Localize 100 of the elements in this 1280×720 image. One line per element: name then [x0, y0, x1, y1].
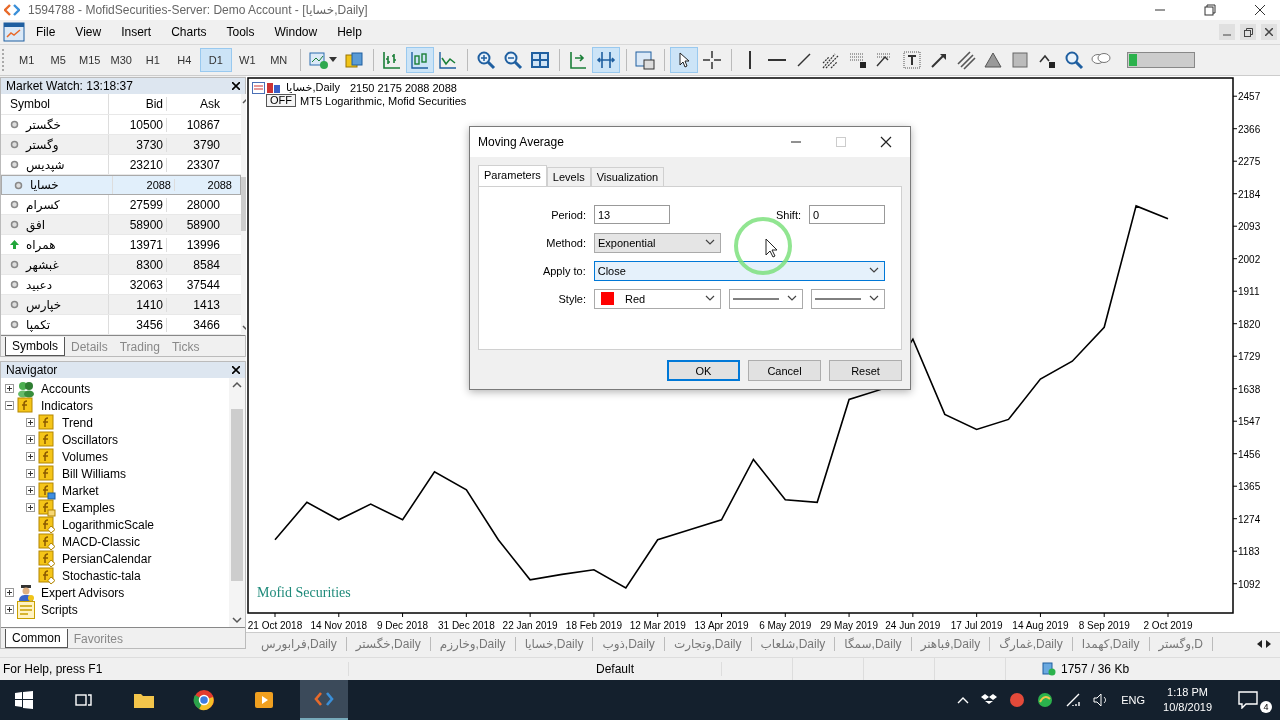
- chart-window-icon[interactable]: [3, 22, 25, 42]
- tree-item[interactable]: Examples: [62, 500, 115, 515]
- chart-tab[interactable]: شلعاب,Daily: [751, 637, 836, 651]
- chart-tab[interactable]: خسایا,Daily: [515, 637, 594, 651]
- tree-item[interactable]: Volumes: [62, 449, 109, 464]
- close-icon[interactable]: [232, 366, 240, 374]
- x-tick-label: 21 Oct 2018: [247, 620, 303, 631]
- timeframe-button[interactable]: MN: [263, 48, 295, 72]
- restore-icon[interactable]: [1204, 4, 1216, 16]
- timeframe-button[interactable]: M1: [11, 48, 43, 72]
- tree-item[interactable]: Bill Williams: [62, 466, 126, 481]
- collapse-icon[interactable]: [5, 401, 14, 410]
- expand-icon[interactable]: [5, 605, 14, 614]
- column-header[interactable]: Ask: [167, 97, 223, 111]
- toolbar-button[interactable]: [670, 47, 698, 73]
- tray-app-icon[interactable]: [1009, 692, 1026, 708]
- menu-item[interactable]: Insert: [112, 23, 161, 41]
- tree-item[interactable]: LogarithmicScale: [62, 517, 155, 532]
- panel-tab[interactable]: Common: [5, 629, 68, 648]
- expand-icon[interactable]: [26, 418, 35, 427]
- chart-tab[interactable]: سمگا,Daily: [835, 637, 912, 651]
- dialog-tab[interactable]: Levels: [546, 167, 591, 186]
- tree-item[interactable]: Scripts: [41, 602, 78, 617]
- menu-item[interactable]: Tools: [217, 23, 264, 41]
- scroll-up-icon[interactable]: [232, 381, 242, 389]
- apply-to-dropdown[interactable]: Close: [593, 260, 885, 281]
- panel-tab[interactable]: Symbols: [5, 337, 65, 356]
- expand-icon[interactable]: [26, 469, 35, 478]
- function-icon: [38, 549, 56, 568]
- chart-tab[interactable]: فرابورس,Daily: [252, 637, 347, 651]
- chart-tab[interactable]: وخارزم,Daily: [430, 637, 516, 651]
- menu-item[interactable]: Window: [265, 23, 327, 41]
- column-header[interactable]: Symbol: [1, 94, 109, 114]
- dialog-button[interactable]: Reset: [829, 360, 902, 381]
- timeframe-button[interactable]: D1: [200, 48, 232, 72]
- dialog-tab[interactable]: Parameters: [478, 165, 547, 186]
- menu-item[interactable]: Help: [328, 23, 371, 41]
- timeframe-button[interactable]: M5: [42, 48, 74, 72]
- period-field[interactable]: 13: [594, 205, 670, 224]
- chart-tab[interactable]: وتجارت,Daily: [664, 637, 752, 651]
- expand-icon[interactable]: [26, 435, 35, 444]
- expand-icon[interactable]: [5, 588, 14, 597]
- bid-price: 27599: [109, 197, 167, 212]
- tree-item[interactable]: Accounts: [41, 381, 91, 396]
- tree-item[interactable]: Trend: [62, 415, 93, 430]
- clock[interactable]: 1:18 PM 10/8/2019: [1157, 685, 1218, 715]
- line-style-dropdown[interactable]: [729, 288, 803, 309]
- color-dropdown[interactable]: Red: [594, 288, 721, 309]
- dialog-button[interactable]: Cancel: [748, 360, 821, 381]
- scroll-left-icon[interactable]: [1256, 640, 1264, 648]
- dialog-tab[interactable]: Visualization: [590, 167, 665, 186]
- tree-item[interactable]: Indicators: [41, 398, 94, 413]
- chart-tab[interactable]: کهمدا,Daily: [1072, 637, 1150, 651]
- menu-item[interactable]: Charts: [162, 23, 216, 41]
- menu-item[interactable]: File: [27, 23, 65, 41]
- ask-price: 1413: [192, 297, 221, 312]
- tree-item[interactable]: MACD-Classic: [62, 534, 140, 549]
- scroll-down-icon[interactable]: [232, 616, 242, 624]
- tree-item[interactable]: Expert Advisors: [41, 585, 125, 600]
- chart-tab[interactable]: ذوب,Daily: [593, 637, 665, 651]
- line-width-dropdown[interactable]: [811, 288, 885, 309]
- timeframe-button[interactable]: W1: [231, 48, 263, 72]
- tree-item[interactable]: Oscillators: [62, 432, 118, 447]
- close-icon[interactable]: [880, 136, 892, 148]
- dialog-button[interactable]: OK: [667, 360, 740, 381]
- expand-icon[interactable]: [26, 486, 35, 495]
- chevron-up-icon[interactable]: [957, 696, 970, 704]
- menu-item[interactable]: View: [66, 23, 111, 41]
- y-axis-label: 1274: [1232, 513, 1261, 525]
- box-icon[interactable]: [981, 693, 998, 707]
- method-dropdown[interactable]: Exponential: [594, 232, 721, 253]
- shift-field[interactable]: 0: [809, 205, 885, 224]
- close-button[interactable]: [1261, 24, 1277, 40]
- column-header[interactable]: Bid: [109, 97, 167, 111]
- expand-icon[interactable]: [26, 452, 35, 461]
- y-tick-label: 2275: [1238, 156, 1261, 168]
- chart-tab[interactable]: غمارگ,Daily: [990, 637, 1073, 651]
- tree-item[interactable]: Stochastic-tala: [62, 568, 141, 583]
- restore-button[interactable]: [1240, 24, 1256, 40]
- tree-item[interactable]: PersianCalendar: [62, 551, 152, 566]
- ask-price: 10867: [185, 117, 221, 132]
- function-icon: [38, 515, 56, 534]
- chart-tab[interactable]: وگستر,D: [1149, 637, 1213, 651]
- timeframe-button[interactable]: H4: [168, 48, 200, 72]
- scrollbar[interactable]: [229, 378, 245, 627]
- scroll-right-icon[interactable]: [1264, 640, 1272, 648]
- x-axis-label: 14 Nov 2018: [310, 612, 368, 631]
- expand-icon[interactable]: [26, 503, 35, 512]
- close-icon[interactable]: [1254, 4, 1266, 16]
- timeframe-button[interactable]: M15: [74, 48, 106, 72]
- tree-item[interactable]: Market: [62, 483, 99, 498]
- connection-meter-icon: [1126, 52, 1195, 68]
- language-indicator[interactable]: ENG: [1121, 694, 1146, 706]
- chart-tab[interactable]: خگستر,Daily: [346, 637, 431, 651]
- tray-app-icon[interactable]: [1037, 692, 1054, 708]
- expand-icon[interactable]: [5, 384, 14, 393]
- timeframe-button[interactable]: M30: [105, 48, 137, 72]
- timeframe-button[interactable]: H1: [137, 48, 169, 72]
- chart-tab[interactable]: فباهنر,Daily: [911, 637, 991, 651]
- close-icon[interactable]: [232, 82, 240, 90]
